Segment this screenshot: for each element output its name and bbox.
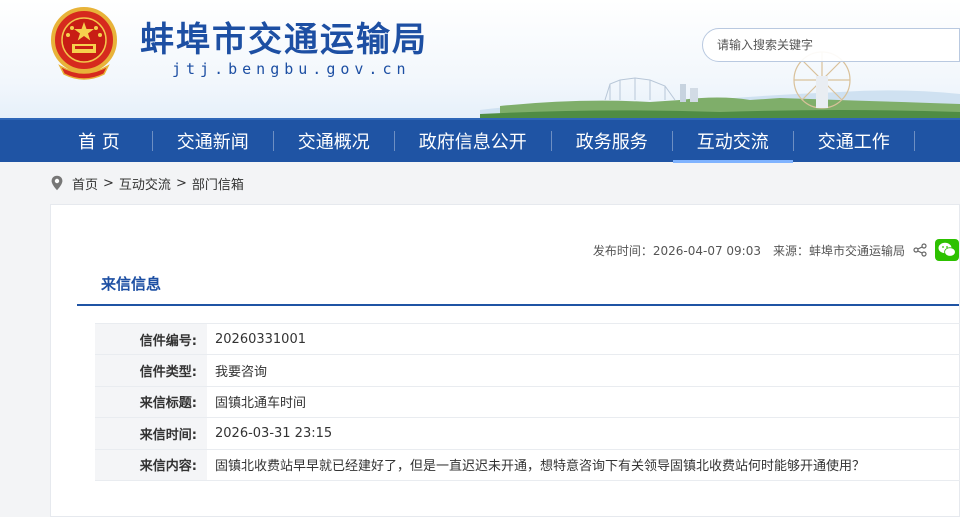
nav-item-gov-services[interactable]: 政务服务 bbox=[552, 119, 672, 163]
nav-item-traffic-news[interactable]: 交通新闻 bbox=[153, 119, 273, 163]
letter-content-value: 固镇北收费站早早就已经建好了，但是一直迟迟未开通，想特意咨询下有关领导固镇北收费… bbox=[207, 448, 960, 481]
breadcrumb-interaction-link[interactable]: 互动交流 bbox=[119, 174, 171, 193]
nav-item-gov-info-disclosure[interactable]: 政府信息公开 bbox=[395, 119, 551, 163]
table-row: 信件编号: 20260331001 bbox=[95, 322, 960, 356]
letter-number-label: 信件编号: bbox=[95, 322, 207, 356]
section-divider bbox=[77, 304, 959, 306]
article-meta: 发布时间：2026-04-07 09:03 来源：蚌埠市交通运输局 bbox=[593, 239, 959, 261]
letter-title-value: 固镇北通车时间 bbox=[207, 385, 960, 419]
letter-content-label: 来信内容: bbox=[95, 448, 207, 481]
search-input[interactable] bbox=[702, 28, 960, 62]
wechat-icon[interactable] bbox=[935, 239, 959, 261]
nav-item-traffic-overview[interactable]: 交通概况 bbox=[274, 119, 394, 163]
letter-info-table: 信件编号: 20260331001 信件类型: 我要咨询 来信标题: 固镇北通车… bbox=[95, 322, 960, 481]
nav-item-home[interactable]: 首 页 bbox=[46, 119, 152, 163]
site-domain: jtj.bengbu.gov.cn bbox=[172, 60, 411, 78]
nav-divider bbox=[913, 131, 915, 151]
site-header: 蚌埠市交通运输局 jtj.bengbu.gov.cn bbox=[0, 0, 960, 118]
table-row: 信件类型: 我要咨询 bbox=[95, 354, 960, 387]
location-pin-icon bbox=[51, 175, 63, 191]
letter-detail-card: 发布时间：2026-04-07 09:03 来源：蚌埠市交通运输局 来信信息 信… bbox=[50, 204, 960, 517]
publish-time: 发布时间：2026-04-07 09:03 bbox=[592, 243, 761, 258]
main-nav: 首 页 交通新闻 交通概况 政府信息公开 政务服务 互动交流 交通工作 bbox=[0, 118, 960, 163]
site-title: 蚌埠市交通运输局 bbox=[140, 20, 428, 60]
table-row: 来信标题: 固镇北通车时间 bbox=[95, 385, 960, 419]
breadcrumb-mailbox-link[interactable]: 部门信箱 bbox=[192, 174, 244, 193]
letter-number-value: 20260331001 bbox=[207, 322, 960, 356]
nav-item-traffic-work[interactable]: 交通工作 bbox=[794, 119, 914, 163]
letter-title-label: 来信标题: bbox=[95, 385, 207, 419]
share-icon[interactable] bbox=[913, 243, 927, 257]
breadcrumb: 首页 > 互动交流 > 部门信箱 bbox=[50, 172, 244, 194]
section-title: 来信信息 bbox=[101, 275, 162, 293]
nav-item-interaction[interactable]: 互动交流 bbox=[672, 119, 793, 163]
table-row: 来信时间: 2026-03-31 23:15 bbox=[95, 417, 960, 450]
breadcrumb-home-link[interactable]: 首页 bbox=[72, 174, 98, 193]
letter-type-value: 我要咨询 bbox=[207, 354, 960, 387]
source-label: 来源：蚌埠市交通运输局 bbox=[772, 243, 905, 258]
letter-type-label: 信件类型: bbox=[95, 354, 207, 387]
breadcrumb-separator: > bbox=[175, 175, 187, 191]
letter-time-value: 2026-03-31 23:15 bbox=[207, 417, 960, 450]
national-emblem-icon bbox=[51, 7, 117, 80]
breadcrumb-separator: > bbox=[103, 175, 114, 191]
table-row: 来信内容: 固镇北收费站早早就已经建好了，但是一直迟迟未开通，想特意咨询下有关领… bbox=[95, 448, 960, 481]
letter-time-label: 来信时间: bbox=[95, 417, 207, 450]
